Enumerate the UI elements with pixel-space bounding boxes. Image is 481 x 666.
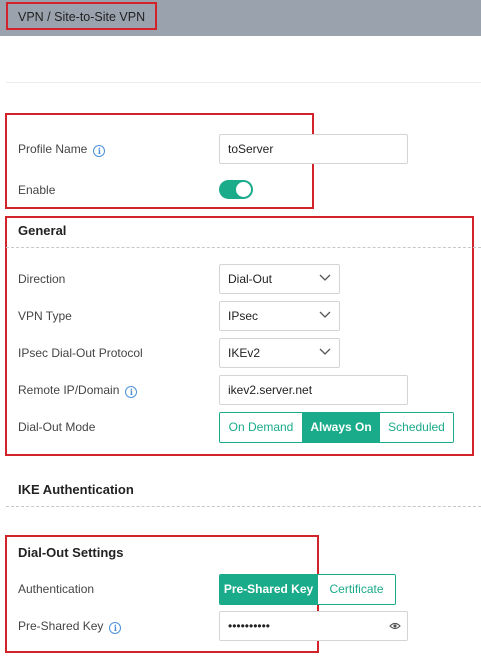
breadcrumb: VPN / Site-to-Site VPN xyxy=(6,2,158,30)
section-divider xyxy=(6,247,481,248)
authentication-segmented: Pre-Shared Key Certificate xyxy=(219,574,396,605)
chevron-down-icon xyxy=(319,274,331,281)
protocol-label: IPsec Dial-Out Protocol xyxy=(18,346,143,360)
profile-name-label: Profile Name i xyxy=(18,142,106,157)
protocol-value: IKEv2 xyxy=(228,346,261,360)
info-icon[interactable]: i xyxy=(109,622,122,634)
psk-input[interactable]: •••••••••• xyxy=(219,611,408,641)
remote-label-text: Remote IP/Domain xyxy=(18,383,120,397)
info-icon[interactable]: i xyxy=(93,145,106,157)
info-icon[interactable]: i xyxy=(125,386,138,398)
vpn-type-value: IPsec xyxy=(228,309,259,323)
enable-toggle[interactable] xyxy=(219,180,253,199)
profile-name-input[interactable]: toServer xyxy=(219,134,408,164)
mode-on-demand-button[interactable]: On Demand xyxy=(220,413,302,442)
profile-name-label-text: Profile Name xyxy=(18,142,88,156)
auth-psk-button[interactable]: Pre-Shared Key xyxy=(220,575,317,604)
dialout-mode-label: Dial-Out Mode xyxy=(18,420,96,434)
direction-label: Direction xyxy=(18,272,66,286)
toggle-knob xyxy=(236,182,251,197)
vpn-type-select[interactable]: IPsec xyxy=(219,301,340,331)
eye-icon[interactable] xyxy=(389,621,401,631)
panel-divider xyxy=(6,82,481,83)
authentication-label: Authentication xyxy=(18,582,95,596)
section-divider xyxy=(6,506,481,507)
remote-input[interactable]: ikev2.server.net xyxy=(219,375,408,405)
enable-label: Enable xyxy=(18,183,56,197)
chevron-down-icon xyxy=(319,311,331,318)
section-title-dialout: Dial-Out Settings xyxy=(18,545,124,560)
psk-label: Pre-Shared Key i xyxy=(18,619,122,634)
mode-always-on-button[interactable]: Always On xyxy=(302,413,379,442)
section-title-ike: IKE Authentication xyxy=(18,482,134,497)
mode-scheduled-button[interactable]: Scheduled xyxy=(379,413,453,442)
direction-select[interactable]: Dial-Out xyxy=(219,264,340,294)
chevron-down-icon xyxy=(319,348,331,355)
psk-value: •••••••••• xyxy=(228,619,271,633)
remote-label: Remote IP/Domain i xyxy=(18,383,138,398)
dialout-mode-segmented: On Demand Always On Scheduled xyxy=(219,412,454,443)
vpn-type-label: VPN Type xyxy=(18,309,72,323)
protocol-select[interactable]: IKEv2 xyxy=(219,338,340,368)
psk-label-text: Pre-Shared Key xyxy=(18,619,104,633)
auth-certificate-button[interactable]: Certificate xyxy=(317,575,395,604)
section-title-general: General xyxy=(18,223,67,238)
direction-value: Dial-Out xyxy=(228,272,273,286)
